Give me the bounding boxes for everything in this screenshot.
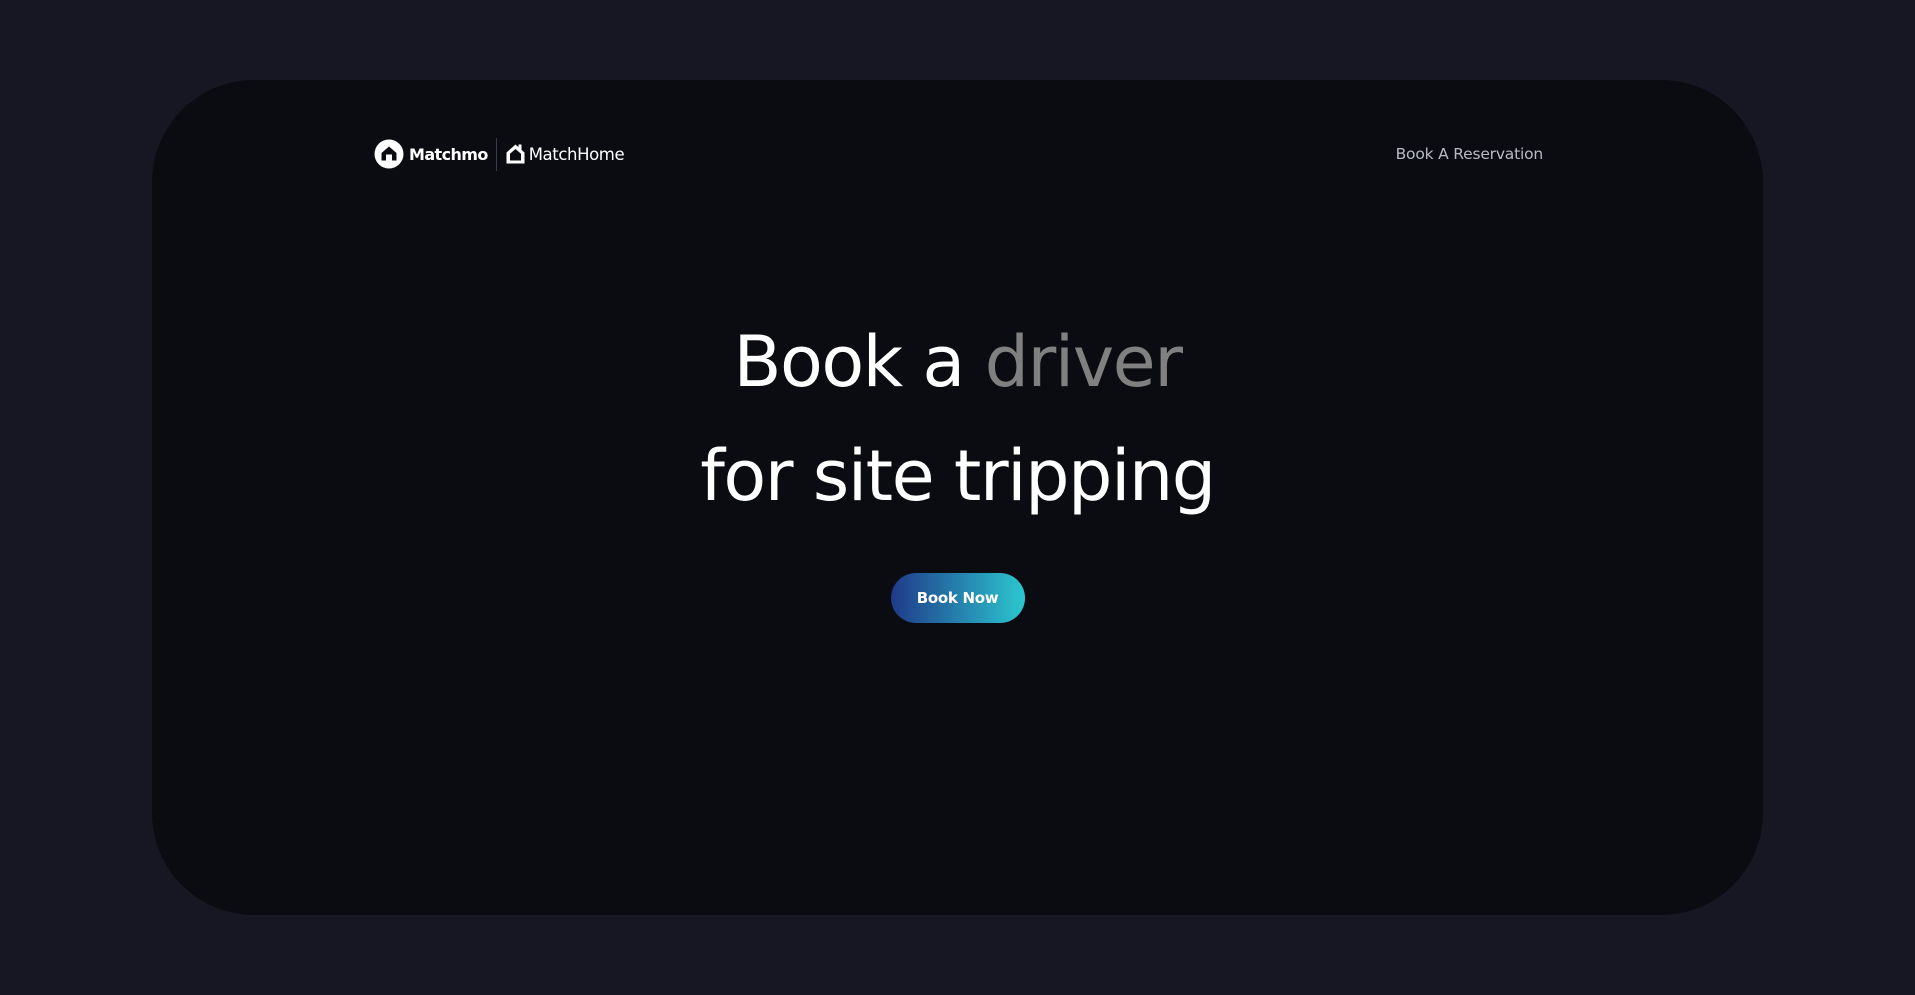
hero-headline: Book a driver for site tripping [152, 305, 1763, 533]
headline-prefix: Book a [733, 321, 985, 403]
headline-accent: driver [984, 321, 1183, 403]
book-now-button[interactable]: Book Now [890, 573, 1025, 623]
headline-line-1: Book a driver [152, 305, 1763, 419]
hero-section: Book a driver for site tripping Book Now [152, 305, 1763, 623]
brand-logos: Matchmo MatchHome [374, 137, 625, 171]
matchhome-logo[interactable]: MatchHome [505, 143, 625, 165]
matchmo-logo[interactable]: Matchmo [374, 139, 488, 169]
house-in-circle-icon [374, 139, 404, 169]
matchhome-logo-text: MatchHome [528, 144, 625, 164]
headline-line-2: for site tripping [700, 435, 1216, 517]
logo-divider [495, 137, 497, 171]
cta-wrapper: Book Now [152, 573, 1763, 623]
page: Matchmo MatchHome Book A Reservation Boo… [0, 0, 1915, 995]
house-outline-icon [505, 143, 526, 165]
matchmo-logo-text: Matchmo [409, 144, 488, 164]
book-reservation-link[interactable]: Book A Reservation [1396, 145, 1544, 163]
hero-card: Matchmo MatchHome Book A Reservation Boo… [152, 80, 1763, 915]
navbar: Matchmo MatchHome Book A Reservation [374, 130, 1543, 178]
